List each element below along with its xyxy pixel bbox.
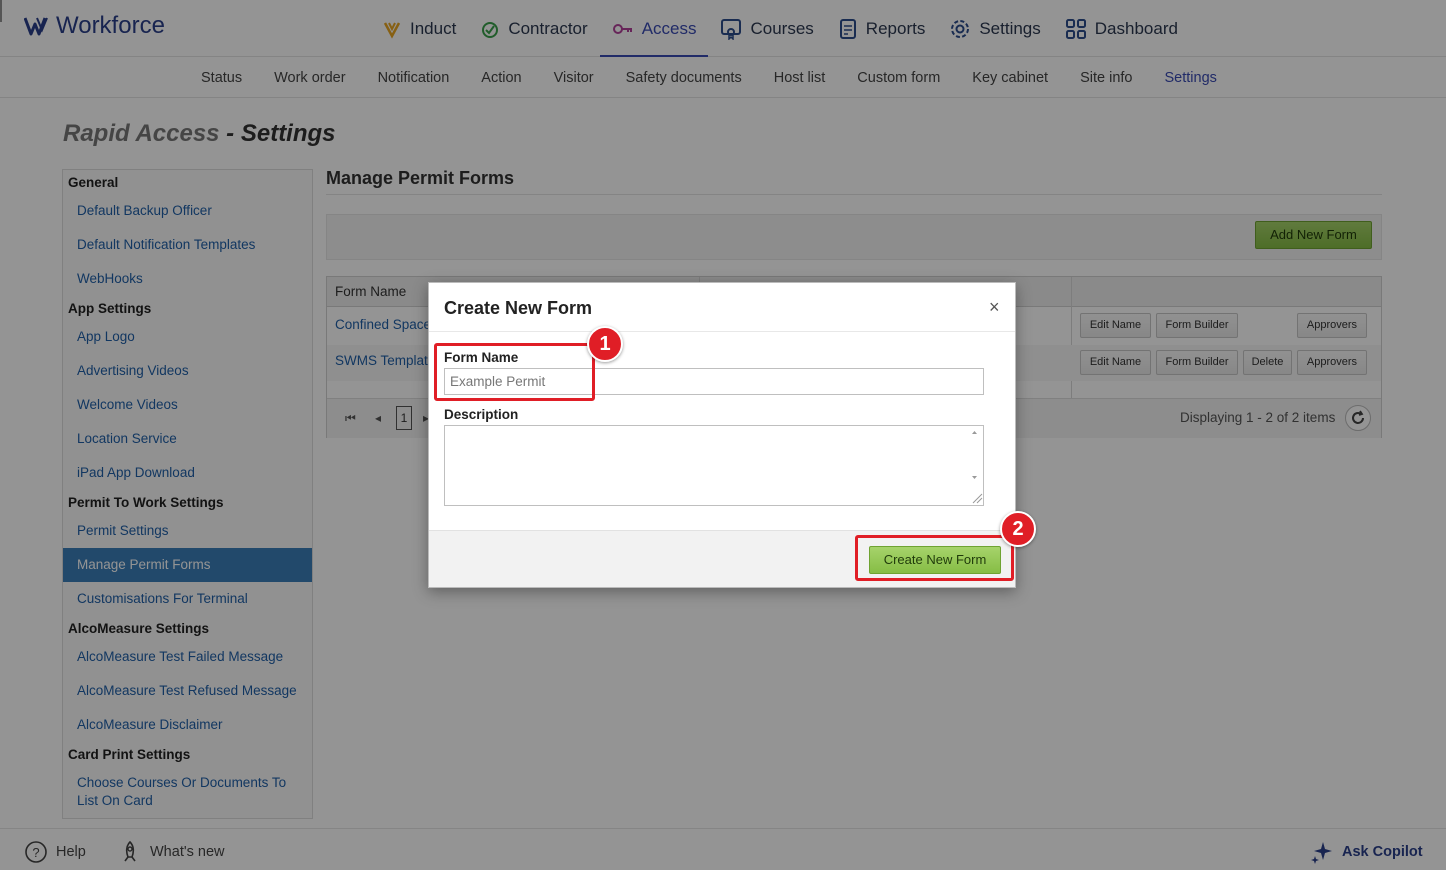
description-textarea[interactable] [444, 425, 984, 506]
dialog-title: Create New Form [444, 298, 593, 318]
description-label: Description [444, 407, 519, 422]
textarea-scrollbar[interactable] [966, 426, 983, 505]
highlight-box-create-button [855, 535, 1014, 581]
window-edge [0, 0, 2, 22]
close-icon[interactable]: × [989, 297, 1000, 318]
step-badge-2: 2 [1000, 511, 1036, 547]
highlight-box-form-name [434, 343, 595, 401]
step-badge-1: 1 [587, 326, 623, 362]
dialog-divider [429, 331, 1015, 332]
